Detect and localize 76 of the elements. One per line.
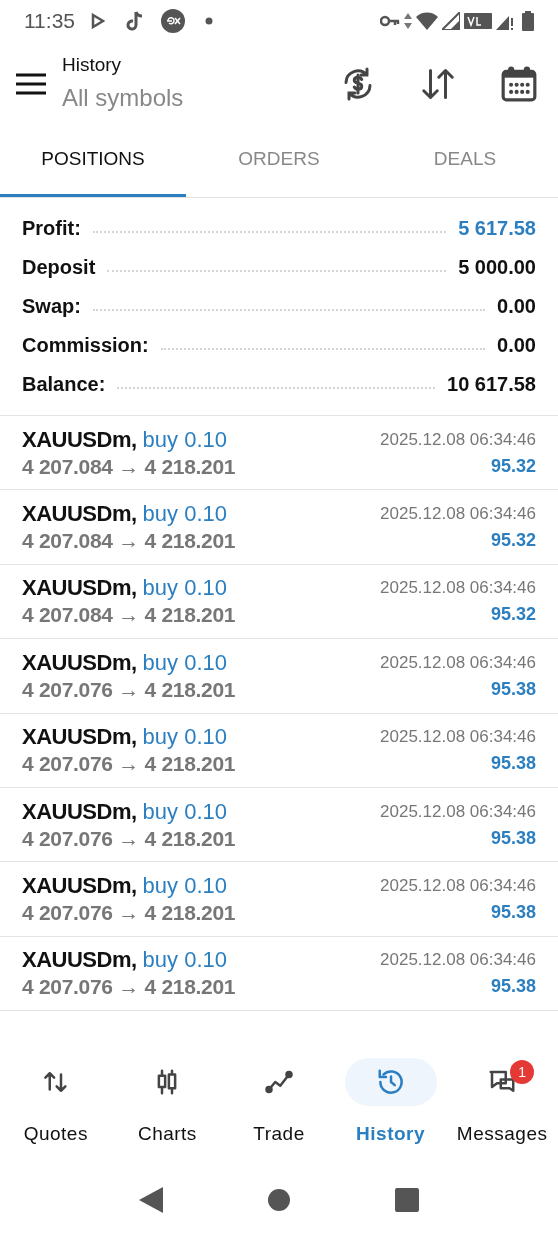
volte-icon <box>464 13 492 29</box>
summary-label: Commission: <box>22 332 149 358</box>
timestamp: 2025.12.08 06:34:46 <box>380 503 536 526</box>
timestamp: 2025.12.08 06:34:46 <box>380 651 536 674</box>
trade-side: buy 0.10 <box>142 723 227 752</box>
price-range: 4 207.076 → 4 218.201 <box>22 974 236 1001</box>
trade-side: buy 0.10 <box>142 797 227 826</box>
summary-label: Swap: <box>22 293 81 319</box>
price-range: 4 207.084 → 4 218.201 <box>22 602 236 629</box>
play-icon <box>91 13 105 29</box>
trade-side: buy 0.10 <box>142 872 227 901</box>
profit-value: 95.38 <box>490 677 536 701</box>
screen-title: History <box>62 53 123 78</box>
profit-value: 95.32 <box>490 603 536 627</box>
symbol: XAUUSDm, <box>22 648 137 677</box>
summary-label: Balance: <box>22 371 106 397</box>
timestamp: 2025.12.08 06:34:46 <box>380 428 536 451</box>
tab[interactable]: ORDERS <box>186 125 372 197</box>
timestamp: 2025.12.08 06:34:46 <box>380 577 536 600</box>
trade-side: buy 0.10 <box>142 425 227 454</box>
calendar-icon[interactable] <box>500 64 538 103</box>
price-range: 4 207.076 → 4 218.201 <box>22 676 236 703</box>
price-range: 4 207.084 → 4 218.201 <box>22 528 236 555</box>
nav-tab[interactable]: Charts <box>111 1058 224 1149</box>
trade-side: buy 0.10 <box>142 648 227 677</box>
profit-value: 95.32 <box>490 529 536 553</box>
profit-value: 95.38 <box>490 752 536 776</box>
price-range: 4 207.076 → 4 218.201 <box>22 751 236 778</box>
symbol: XAUUSDm, <box>22 425 137 454</box>
price-range: 4 207.084 → 4 218.201 <box>22 453 236 480</box>
tab[interactable]: DEALS <box>372 125 558 197</box>
symbol: XAUUSDm, <box>22 797 137 826</box>
nav-tab[interactable]: Quotes <box>0 1058 112 1149</box>
summary-value: 5 617.58 <box>458 215 536 241</box>
profit-value: 95.38 <box>490 901 536 925</box>
nav-tab[interactable]: 1 Messages <box>446 1058 558 1149</box>
wifi-icon <box>416 12 438 30</box>
dot-icon <box>205 17 213 25</box>
timestamp: 2025.12.08 06:34:46 <box>380 800 536 823</box>
battery-icon <box>522 11 534 31</box>
price-range: 4 207.076 → 4 218.201 <box>22 900 236 927</box>
symbol: XAUUSDm, <box>22 946 137 975</box>
tab[interactable]: POSITIONS <box>0 125 186 197</box>
price-range: 4 207.076 → 4 218.201 <box>22 825 236 852</box>
trade-side: buy 0.10 <box>142 574 227 603</box>
trade-side: buy 0.10 <box>142 500 227 529</box>
symbol: XAUUSDm, <box>22 872 137 901</box>
summary-value: 0.00 <box>497 293 536 319</box>
nav-tab[interactable]: History <box>334 1058 447 1149</box>
key-icon <box>380 15 400 27</box>
summary-value: 5 000.00 <box>458 254 536 280</box>
data-arrows-icon <box>404 13 412 29</box>
home-icon[interactable] <box>267 1188 291 1212</box>
timestamp: 2025.12.08 06:34:46 <box>380 726 536 749</box>
summary-label: Profit: <box>22 215 81 241</box>
trade-side: buy 0.10 <box>142 946 227 975</box>
profit-value: 95.38 <box>490 975 536 999</box>
symbol: XAUUSDm, <box>22 574 137 603</box>
music-note-icon <box>125 10 145 32</box>
nav-tab[interactable]: Trade <box>223 1058 335 1149</box>
symbol: XAUUSDm, <box>22 500 137 529</box>
signal-icon <box>442 12 460 30</box>
symbol: XAUUSDm, <box>22 723 137 752</box>
menu-icon[interactable] <box>16 72 46 95</box>
profit-value: 95.38 <box>490 826 536 850</box>
back-icon[interactable] <box>139 1187 163 1213</box>
notification-badge: 1 <box>510 1060 535 1084</box>
profit-value: 95.32 <box>490 454 536 478</box>
summary-label: Deposit <box>22 254 96 280</box>
summary-value: 0.00 <box>497 332 536 358</box>
summary-value: 10 617.58 <box>447 371 536 397</box>
app-badge-icon <box>161 9 185 33</box>
timestamp: 2025.12.08 06:34:46 <box>380 949 536 972</box>
clock: 11:35 <box>24 8 75 35</box>
timestamp: 2025.12.08 06:34:46 <box>380 875 536 898</box>
screen-subtitle: All symbols <box>62 82 184 113</box>
